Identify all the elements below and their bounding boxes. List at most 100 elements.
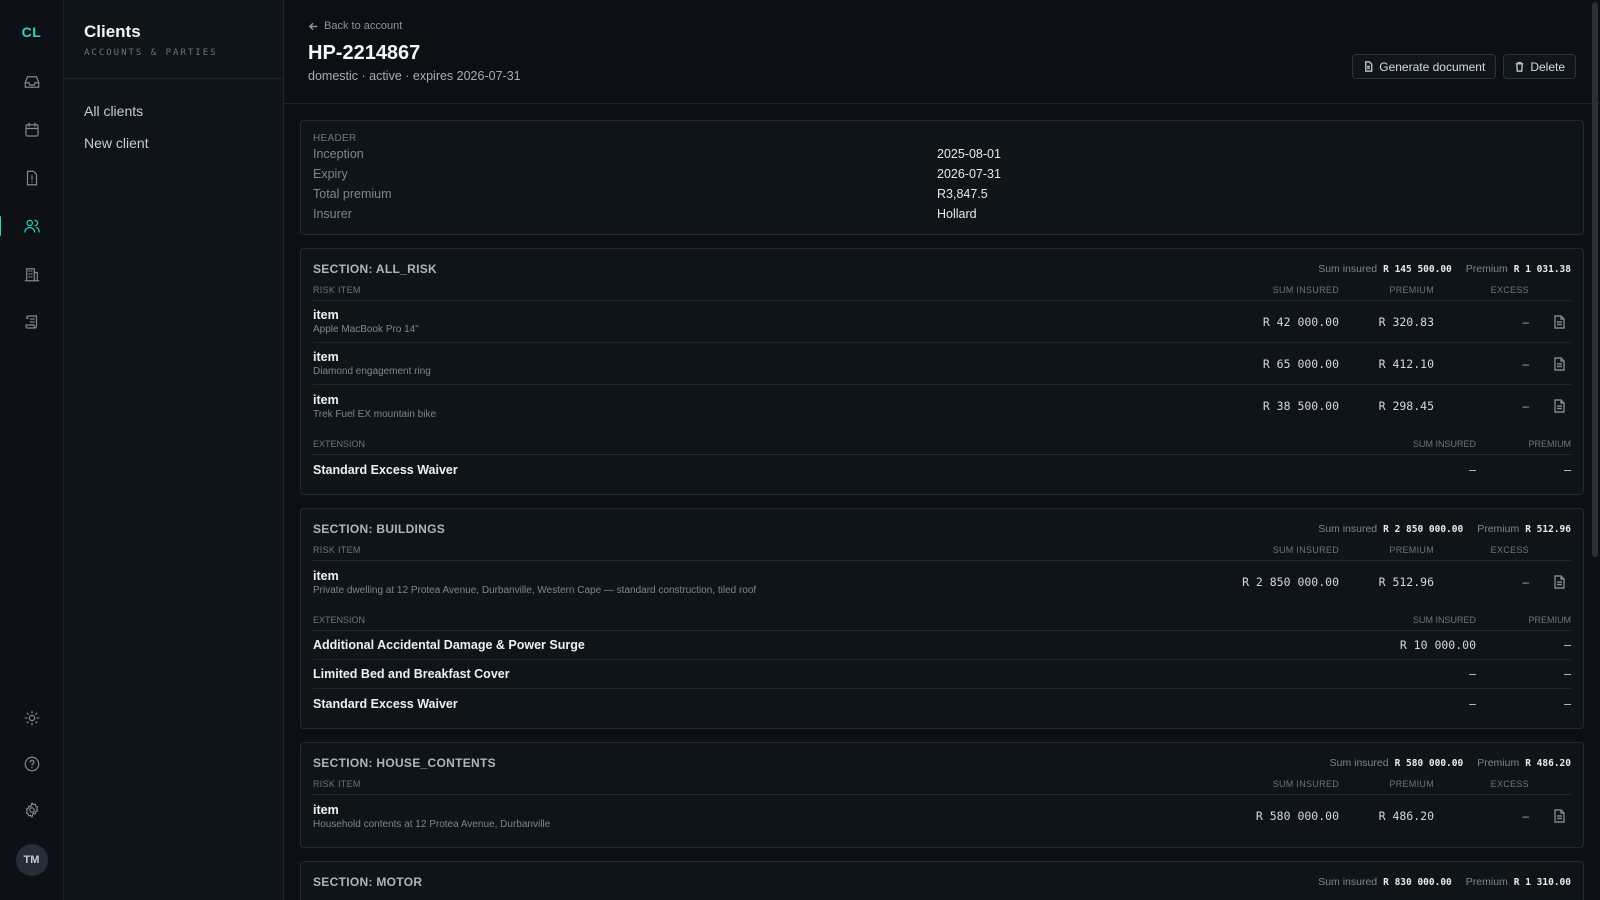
section-premium-value: R 1 031.38: [1513, 264, 1571, 275]
section-sum-value: R 2 850 000.00: [1383, 524, 1464, 535]
col-risk-item: RISK ITEM: [313, 779, 361, 789]
extension-name: Standard Excess Waiver: [313, 462, 458, 477]
delete-label: Delete: [1530, 59, 1565, 74]
delete-button[interactable]: Delete: [1503, 54, 1576, 79]
item-description: Private dwelling at 12 Protea Avenue, Du…: [313, 584, 757, 596]
table-row[interactable]: item Private dwelling at 12 Protea Avenue…: [313, 561, 1571, 603]
help-icon: [24, 756, 39, 772]
rail-policies-button[interactable]: [20, 310, 44, 334]
document-icon: [1554, 575, 1565, 589]
header-actions: Generate document Delete: [1352, 54, 1576, 79]
document-icon: [1365, 61, 1373, 72]
extension-sum-insured: R 10 000.00: [1399, 638, 1476, 652]
item-document-button[interactable]: [1553, 575, 1567, 589]
section-title: SECTION: HOUSE_CONTENTS: [313, 756, 496, 770]
user-avatar[interactable]: TM: [15, 844, 48, 876]
theme-toggle-button[interactable]: [20, 706, 44, 730]
extension-sum-insured: –: [1469, 696, 1476, 711]
item-document-button[interactable]: [1553, 314, 1567, 329]
sum-insured-label: Sum insured: [1329, 757, 1389, 769]
item-document-button[interactable]: [1553, 399, 1567, 413]
section-totals: Sum insured R 580 000.00 Premium R 486.20: [1330, 757, 1571, 769]
col-excess: EXCESS: [1490, 285, 1529, 295]
section-header: SECTION: BUILDINGS Sum insured R 2 850 000…: [313, 522, 1571, 536]
item-description: Apple MacBook Pro 14": [313, 324, 419, 335]
section-premium: Premium R 1 031.38: [1466, 263, 1571, 275]
subnav-title: Clients: [84, 22, 141, 41]
alert-document-icon: [26, 170, 37, 186]
building-icon: [24, 268, 39, 282]
item-name: item: [313, 350, 339, 364]
section-premium: Premium R 512.96: [1477, 523, 1571, 535]
section-sum-insured: Sum insured R 830 000.00: [1318, 876, 1452, 888]
summary-value: R3,847.5: [937, 187, 988, 201]
risk-table-body: item Apple MacBook Pro 14" R 42 000.00 R 32…: [313, 301, 1571, 427]
extension-premium: –: [1564, 638, 1571, 652]
extension-name: Limited Bed and Breakfast Cover: [313, 667, 510, 681]
section-card: SECTION: BUILDINGS Sum insured R 2 850 000…: [300, 508, 1584, 729]
risk-table-header: RISK ITEM SUM INSURED PREMIUM EXCESS: [313, 545, 1571, 561]
summary-value: 2025-08-01: [937, 147, 1001, 161]
section-title: SECTION: ALL_RISK: [313, 262, 437, 276]
clients-subnav: Clients ACCOUNTS & PARTIES All clients N…: [64, 0, 284, 900]
section-totals: Sum insured R 145 500.00 Premium R 1 031.38: [1318, 263, 1571, 275]
table-row[interactable]: item Trek Fuel EX mountain bike R 38 500.0…: [313, 385, 1571, 427]
col-sum-insured: SUM INSURED: [1272, 779, 1339, 789]
col-ext-premium: PREMIUM: [1528, 439, 1572, 449]
settings-button[interactable]: [20, 798, 44, 822]
extension-row[interactable]: Limited Bed and Breakfast Cover – –: [313, 660, 1571, 689]
item-premium: R 512.96: [1378, 575, 1434, 589]
item-excess: –: [1522, 356, 1529, 371]
extension-name: Standard Excess Waiver: [313, 696, 458, 711]
col-risk-item: RISK ITEM: [313, 285, 361, 295]
col-premium: PREMIUM: [1389, 545, 1434, 555]
summary-row: Expiry 2026-07-31: [313, 164, 1571, 184]
generate-document-button[interactable]: Generate document: [1352, 54, 1497, 79]
section-sum-insured: Sum insured R 2 850 000.00: [1318, 523, 1463, 535]
scrollbar[interactable]: [1592, 2, 1598, 557]
rail-clients-button[interactable]: [0, 214, 44, 238]
table-row[interactable]: item Diamond engagement ring R 65 000.00 R …: [313, 343, 1571, 385]
rail-inbox-button[interactable]: [20, 70, 44, 94]
item-excess: –: [1522, 575, 1529, 589]
help-button[interactable]: [20, 752, 44, 776]
extension-name: Additional Accidental Damage & Power Sur…: [313, 638, 585, 652]
table-row[interactable]: item Apple MacBook Pro 14" R 42 000.00 R 32…: [313, 301, 1571, 343]
extension-row[interactable]: Standard Excess Waiver – –: [313, 689, 1571, 718]
section-premium: Premium R 1 310.00: [1466, 876, 1571, 888]
summary-card: HEADER Inception 2025-08-01 Expiry 2026-…: [300, 120, 1584, 235]
rail-insurers-button[interactable]: [20, 262, 44, 286]
rail-claims-button[interactable]: [20, 166, 44, 190]
trash-icon: [1516, 61, 1524, 72]
document-icon: [1554, 314, 1565, 329]
subnav-item-new-client[interactable]: New client: [64, 127, 283, 159]
risk-table-header: RISK ITEM SUM INSURED PREMIUM EXCESS: [313, 285, 1571, 301]
item-name: item: [313, 568, 339, 583]
rail-nav: [0, 70, 44, 334]
summary-row: Total premium R3,847.5: [313, 184, 1571, 204]
col-ext-premium: PREMIUM: [1528, 615, 1572, 625]
item-document-button[interactable]: [1553, 356, 1567, 371]
risk-table-body: item Household contents at 12 Protea Aven…: [313, 795, 1571, 837]
item-description: Household contents at 12 Protea Avenue, …: [313, 818, 551, 830]
back-link[interactable]: Back to account: [308, 20, 1576, 32]
extension-row[interactable]: Standard Excess Waiver – –: [313, 455, 1571, 484]
extension-sum-insured: –: [1469, 462, 1476, 477]
icon-rail: CL TM: [0, 0, 64, 900]
table-row[interactable]: item Household contents at 12 Protea Aven…: [313, 795, 1571, 837]
col-premium: PREMIUM: [1389, 285, 1434, 295]
sum-insured-label: Sum insured: [1318, 523, 1378, 535]
extension-premium: –: [1564, 696, 1571, 711]
extension-row[interactable]: Additional Accidental Damage & Power Sur…: [313, 631, 1571, 660]
item-premium: R 412.10: [1378, 356, 1434, 371]
main-content: Back to account HP-2214867 domestic · ac…: [284, 0, 1600, 900]
subnav-item-all-clients[interactable]: All clients: [64, 95, 283, 127]
section-card: SECTION: MOTOR Sum insured R 830 000.00 Pre…: [300, 861, 1584, 900]
rail-calendar-button[interactable]: [20, 118, 44, 142]
item-excess: –: [1522, 809, 1529, 823]
item-document-button[interactable]: [1553, 809, 1567, 823]
section-header: SECTION: HOUSE_CONTENTS Sum insured R 580 …: [313, 756, 1571, 770]
item-description: Diamond engagement ring: [313, 366, 431, 377]
item-description: Trek Fuel EX mountain bike: [313, 408, 437, 420]
item-sum-insured: R 580 000.00: [1255, 809, 1339, 823]
